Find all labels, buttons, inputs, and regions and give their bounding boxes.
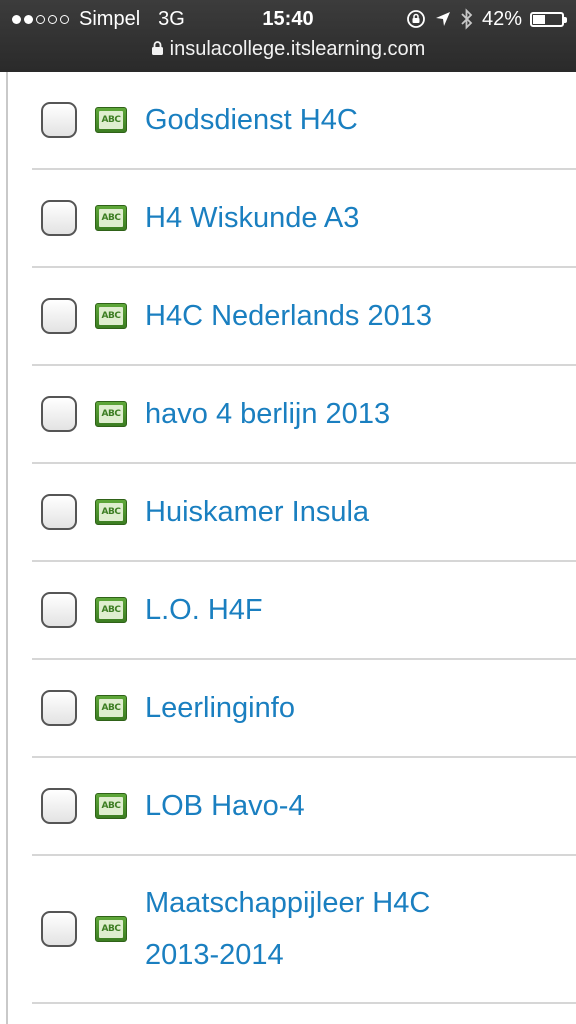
course-link[interactable]: H4 Wiskunde A3 bbox=[145, 192, 475, 244]
course-checkbox[interactable] bbox=[41, 298, 77, 334]
course-checkbox[interactable] bbox=[41, 102, 77, 138]
course-list: ABC Godsdienst H4C ABC H4 Wiskunde A3 AB… bbox=[32, 72, 576, 1004]
course-checkbox[interactable] bbox=[41, 592, 77, 628]
left-divider bbox=[6, 72, 8, 1024]
status-bar: Simpel 3G 15:40 42% insulacollege.itslea… bbox=[0, 0, 576, 72]
course-icon: ABC bbox=[95, 916, 127, 942]
course-icon: ABC bbox=[95, 401, 127, 427]
course-icon: ABC bbox=[95, 695, 127, 721]
url-text: insulacollege.itslearning.com bbox=[169, 38, 426, 60]
course-link[interactable]: Leerlinginfo bbox=[145, 682, 475, 734]
course-row[interactable]: ABC havo 4 berlijn 2013 bbox=[32, 366, 576, 464]
course-icon: ABC bbox=[95, 793, 127, 819]
course-list-panel: ABC Godsdienst H4C ABC H4 Wiskunde A3 AB… bbox=[0, 72, 576, 1024]
course-icon-label: ABC bbox=[99, 209, 123, 227]
course-link[interactable]: Godsdienst H4C bbox=[145, 94, 475, 146]
course-link[interactable]: Huiskamer Insula bbox=[145, 486, 475, 538]
course-row[interactable]: ABC Leerlinginfo bbox=[32, 660, 576, 758]
course-icon-label: ABC bbox=[99, 111, 123, 129]
course-row[interactable]: ABC LOB Havo-4 bbox=[32, 758, 576, 856]
course-icon-label: ABC bbox=[99, 503, 123, 521]
course-link[interactable]: LOB Havo-4 bbox=[145, 780, 475, 832]
status-row: Simpel 3G 15:40 42% bbox=[12, 6, 567, 32]
course-link[interactable]: havo 4 berlijn 2013 bbox=[145, 388, 475, 440]
course-link[interactable]: L.O. H4F bbox=[145, 584, 475, 636]
course-icon: ABC bbox=[95, 499, 127, 525]
course-icon-label: ABC bbox=[99, 699, 123, 717]
course-row[interactable]: ABC H4 Wiskunde A3 bbox=[32, 170, 576, 268]
course-checkbox[interactable] bbox=[41, 200, 77, 236]
course-icon-label: ABC bbox=[99, 920, 123, 938]
course-row[interactable]: ABC H4C Nederlands 2013 bbox=[32, 268, 576, 366]
course-checkbox[interactable] bbox=[41, 690, 77, 726]
address-bar[interactable]: insulacollege.itslearning.com bbox=[0, 36, 576, 62]
course-row[interactable]: ABC Godsdienst H4C bbox=[32, 72, 576, 170]
course-icon-label: ABC bbox=[99, 405, 123, 423]
course-row[interactable]: ABC L.O. H4F bbox=[32, 562, 576, 660]
battery-icon bbox=[530, 11, 567, 27]
course-checkbox[interactable] bbox=[41, 396, 77, 432]
course-row[interactable]: ABC Maatschappijleer H4C 2013-2014 bbox=[32, 856, 576, 1004]
battery-level-fill bbox=[533, 14, 545, 24]
lock-icon bbox=[151, 40, 163, 55]
course-icon-label: ABC bbox=[99, 601, 123, 619]
course-checkbox[interactable] bbox=[41, 788, 77, 824]
course-row[interactable]: ABC Huiskamer Insula bbox=[32, 464, 576, 562]
course-icon-label: ABC bbox=[99, 307, 123, 325]
course-icon-label: ABC bbox=[99, 797, 123, 815]
course-checkbox[interactable] bbox=[41, 494, 77, 530]
course-icon: ABC bbox=[95, 597, 127, 623]
bluetooth-icon bbox=[461, 8, 473, 30]
status-right: 42% bbox=[406, 6, 567, 32]
rotation-lock-icon bbox=[407, 10, 425, 28]
course-icon: ABC bbox=[95, 303, 127, 329]
battery-percent-label: 42% bbox=[481, 8, 522, 30]
location-arrow-icon bbox=[435, 12, 450, 26]
course-link[interactable]: H4C Nederlands 2013 bbox=[145, 290, 475, 342]
course-icon: ABC bbox=[95, 205, 127, 231]
course-checkbox[interactable] bbox=[41, 911, 77, 947]
course-link[interactable]: Maatschappijleer H4C 2013-2014 bbox=[145, 877, 475, 981]
course-icon: ABC bbox=[95, 107, 127, 133]
